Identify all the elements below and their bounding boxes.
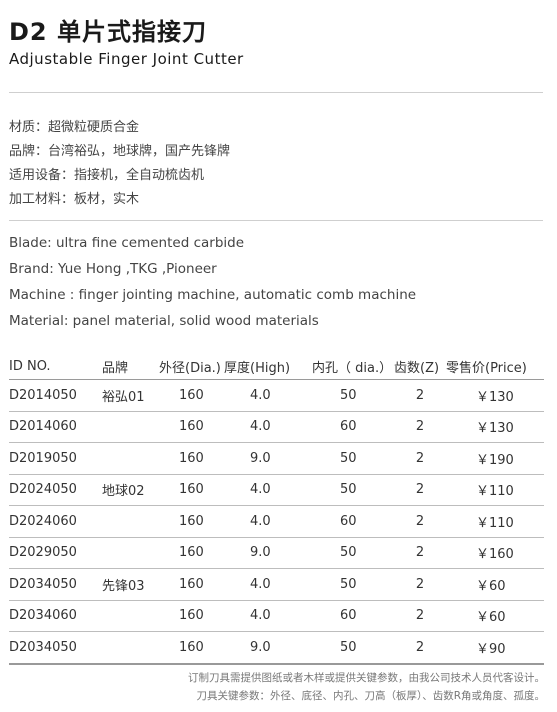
divider-top (9, 92, 543, 93)
cell-id: D2014060 (9, 411, 102, 443)
cell-high: 4.0 (224, 505, 312, 538)
header-bore: 内孔（ dia.） (312, 353, 394, 380)
table-row: D2034050 先锋03 160 4.0 50 2 ￥60 (9, 568, 544, 601)
cell-teeth: 2 (394, 631, 446, 665)
cell-dia: 160 (159, 631, 224, 665)
cell-price: ￥130 (446, 379, 544, 412)
cell-price: ￥110 (446, 505, 544, 538)
cell-dia: 160 (159, 442, 224, 475)
cell-bore: 50 (312, 442, 394, 475)
spec-material-en: Material: panel material, solid wood mat… (9, 313, 319, 329)
note-custom-order: 订制刀具需提供图纸或者木样或提供关键参数，由我公司技术人员代客设计。 (188, 672, 545, 684)
cell-brand (102, 631, 159, 665)
cell-id: D2034050 (9, 631, 102, 665)
cell-id: D2024060 (9, 505, 102, 538)
cell-bore: 60 (312, 411, 394, 443)
cell-brand (102, 600, 159, 632)
cell-id: D2024050 (9, 474, 102, 506)
cell-price: ￥60 (446, 600, 544, 632)
spec-processing-cn: 加工材料：板材，实木 (9, 192, 140, 207)
cell-dia: 160 (159, 379, 224, 412)
cell-price: ￥110 (446, 474, 544, 506)
page-title-cn: D2 单片式指接刀 (9, 18, 207, 46)
table-row: D2014060 160 4.0 60 2 ￥130 (9, 411, 544, 443)
cell-teeth: 2 (394, 411, 446, 443)
cell-brand (102, 505, 159, 538)
cell-high: 4.0 (224, 600, 312, 632)
divider-middle (9, 220, 543, 221)
table-header-row: ID NO. 品牌 外径(Dia.) 厚度(High) 内孔（ dia.） 齿数… (9, 353, 544, 380)
cell-price: ￥60 (446, 568, 544, 601)
cell-high: 4.0 (224, 379, 312, 412)
cell-price: ￥130 (446, 411, 544, 443)
header-teeth: 齿数(Z) (394, 353, 446, 380)
spec-machine-cn: 适用设备：指接机，全自动梳齿机 (9, 168, 205, 183)
spec-machine-en: Machine : finger jointing machine, autom… (9, 287, 417, 303)
cell-price: ￥90 (446, 631, 544, 665)
header-brand: 品牌 (102, 353, 159, 380)
cell-high: 4.0 (224, 411, 312, 443)
table-row: D2019050 160 9.0 50 2 ￥190 (9, 442, 544, 475)
spec-material-cn: 材质：超微粒硬质合金 (9, 120, 140, 135)
cell-id: D2019050 (9, 442, 102, 475)
cell-teeth: 2 (394, 537, 446, 569)
spec-brand-en: Brand: Yue Hong ,TKG ,Pioneer (9, 261, 217, 277)
cell-high: 4.0 (224, 474, 312, 506)
table-row: D2034050 160 9.0 50 2 ￥90 (9, 631, 544, 665)
header-dia: 外径(Dia.) (159, 353, 224, 380)
cell-price: ￥160 (446, 537, 544, 569)
cell-bore: 50 (312, 537, 394, 569)
cell-high: 9.0 (224, 537, 312, 569)
cell-dia: 160 (159, 600, 224, 632)
cell-id: D2034050 (9, 568, 102, 601)
table-row: D2034060 160 4.0 60 2 ￥60 (9, 600, 544, 632)
cell-dia: 160 (159, 568, 224, 601)
cell-price: ￥190 (446, 442, 544, 475)
cell-high: 9.0 (224, 631, 312, 665)
cell-brand: 裕弘01 (102, 379, 159, 412)
cell-id: D2034060 (9, 600, 102, 632)
page-title-en: Adjustable Finger Joint Cutter (9, 50, 244, 68)
cell-brand (102, 537, 159, 569)
header-price: 零售价(Price) (446, 353, 544, 380)
cell-teeth: 2 (394, 505, 446, 538)
cell-teeth: 2 (394, 442, 446, 475)
cell-dia: 160 (159, 505, 224, 538)
cell-brand: 先锋03 (102, 568, 159, 601)
header-id: ID NO. (9, 353, 102, 380)
cell-high: 4.0 (224, 568, 312, 601)
spec-brand-cn: 品牌：台湾裕弘，地球牌，国产先锋牌 (9, 144, 231, 159)
cell-dia: 160 (159, 411, 224, 443)
note-key-parameters: 刀具关键参数：外径、底径、内孔、刀高（板厚）、齿数R角或角度、孤度。 (196, 690, 545, 702)
table-row: D2029050 160 9.0 50 2 ￥160 (9, 537, 544, 569)
cell-bore: 60 (312, 600, 394, 632)
cell-bore: 50 (312, 631, 394, 665)
cell-bore: 60 (312, 505, 394, 538)
spec-blade-en: Blade: ultra fine cemented carbide (9, 235, 245, 251)
cell-id: D2014050 (9, 379, 102, 412)
product-table: ID NO. 品牌 外径(Dia.) 厚度(High) 内孔（ dia.） 齿数… (9, 353, 544, 665)
cell-id: D2029050 (9, 537, 102, 569)
cell-brand (102, 442, 159, 475)
cell-dia: 160 (159, 474, 224, 506)
cell-teeth: 2 (394, 379, 446, 412)
cell-bore: 50 (312, 379, 394, 412)
table-row: D2024060 160 4.0 60 2 ￥110 (9, 505, 544, 538)
cell-teeth: 2 (394, 474, 446, 506)
cell-high: 9.0 (224, 442, 312, 475)
table-row: D2014050 裕弘01 160 4.0 50 2 ￥130 (9, 379, 544, 412)
cell-brand: 地球02 (102, 474, 159, 506)
cell-teeth: 2 (394, 568, 446, 601)
cell-dia: 160 (159, 537, 224, 569)
header-high: 厚度(High) (224, 353, 312, 380)
cell-teeth: 2 (394, 600, 446, 632)
cell-bore: 50 (312, 474, 394, 506)
cell-brand (102, 411, 159, 443)
table-row: D2024050 地球02 160 4.0 50 2 ￥110 (9, 474, 544, 506)
cell-bore: 50 (312, 568, 394, 601)
